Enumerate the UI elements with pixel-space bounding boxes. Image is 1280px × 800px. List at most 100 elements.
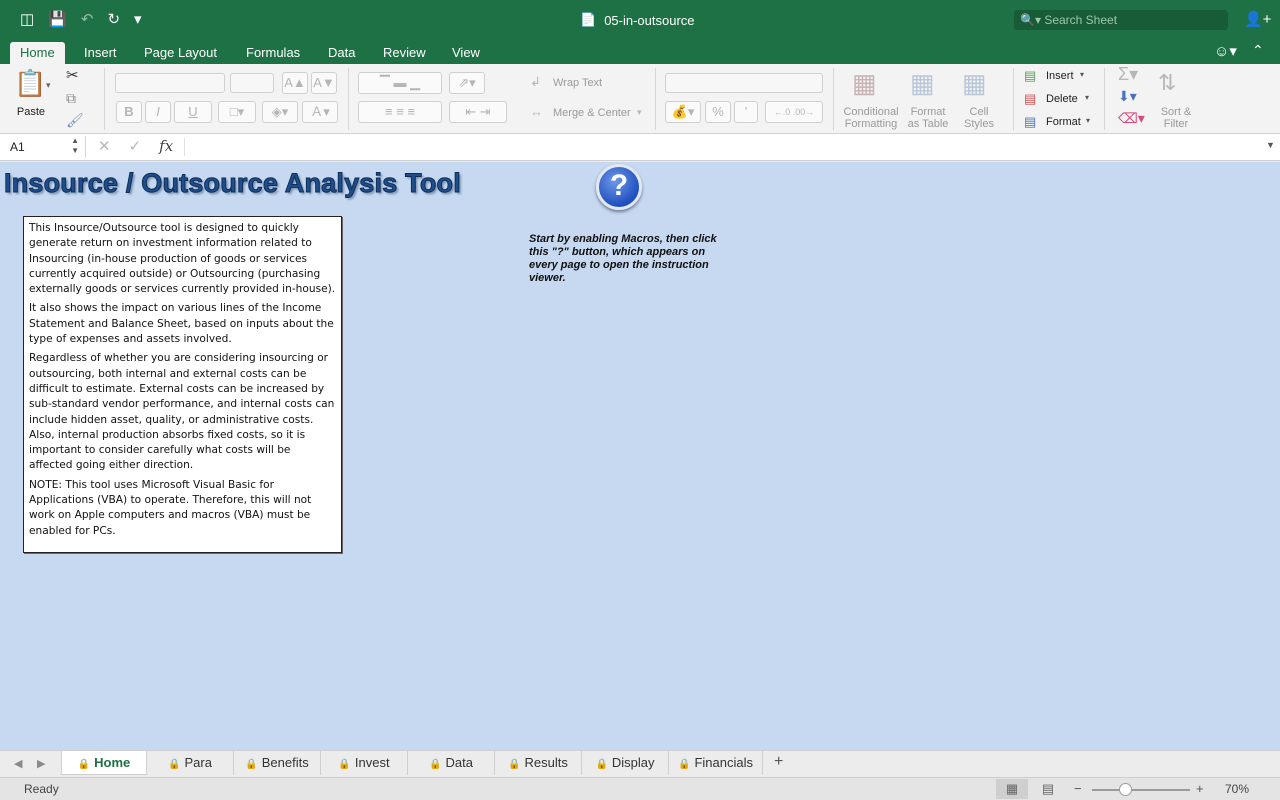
name-box[interactable]: A1 ▲ ▼: [0, 136, 86, 158]
sort-filter-button[interactable]: Sort & Filter: [1156, 106, 1196, 130]
feedback-smiley-icon[interactable]: ☺▾: [1214, 42, 1237, 60]
quick-access-toolbar: ◫ 💾 ↶ ↻ ▾: [20, 10, 142, 30]
format-as-table-icon[interactable]: ▦: [910, 68, 935, 99]
name-box-stepper-icon[interactable]: ▲ ▼: [71, 136, 79, 156]
help-question-button[interactable]: ?: [596, 164, 642, 210]
borders-button[interactable]: □▾: [218, 101, 256, 123]
vertical-align-buttons[interactable]: ▔ ▬ ▁: [358, 72, 442, 94]
decimal-buttons[interactable]: ←.0 .00→: [765, 101, 823, 123]
delete-cells-icon[interactable]: ▤: [1024, 91, 1036, 107]
tab-formulas[interactable]: Formulas: [236, 42, 310, 64]
sheet-tab-invest[interactable]: 🔒 Invest: [321, 751, 408, 775]
format-dropdown-icon[interactable]: ▾: [1086, 116, 1090, 125]
wrap-text-button[interactable]: Wrap Text: [553, 77, 602, 89]
fill-icon[interactable]: ⬇▾: [1118, 88, 1137, 105]
cell-styles-button[interactable]: Cell Styles: [956, 106, 1002, 130]
sheet-tab-display[interactable]: 🔒 Display: [582, 751, 669, 775]
tab-view[interactable]: View: [442, 42, 490, 64]
insert-cells-button[interactable]: Insert: [1046, 70, 1074, 82]
increase-font-button[interactable]: A▲: [282, 72, 308, 94]
sheet-tab-para[interactable]: 🔒 Para: [147, 751, 234, 775]
tab-page-layout[interactable]: Page Layout: [134, 42, 227, 64]
sheet-tab-home[interactable]: 🔒 Home: [61, 751, 147, 775]
customize-icon[interactable]: ▾: [134, 10, 142, 30]
cancel-icon[interactable]: ✕: [98, 137, 111, 155]
zoom-slider-handle[interactable]: [1119, 783, 1133, 796]
orientation-button[interactable]: ⇗▾: [449, 72, 485, 94]
tab-home[interactable]: Home: [10, 42, 65, 64]
tab-review[interactable]: Review: [373, 42, 436, 64]
percent-style-button[interactable]: %: [705, 101, 731, 123]
previous-sheet-icon[interactable]: ◀: [14, 757, 22, 770]
page-layout-view-button[interactable]: ▤: [1032, 779, 1064, 799]
sheet-tab-results[interactable]: 🔒 Results: [495, 751, 582, 775]
zoom-level[interactable]: 70%: [1225, 782, 1249, 796]
expand-formula-icon[interactable]: ▼: [1266, 140, 1275, 150]
cut-icon[interactable]: ✂: [66, 66, 79, 84]
collapse-ribbon-icon[interactable]: ⌃: [1252, 42, 1264, 59]
format-as-table-button[interactable]: Format as Table: [902, 106, 954, 130]
indent-buttons[interactable]: ⇤ ⇥: [449, 101, 507, 123]
insert-dropdown-icon[interactable]: ▾: [1080, 70, 1084, 79]
insert-cells-icon[interactable]: ▤: [1024, 68, 1036, 84]
undo-icon[interactable]: ↶: [81, 10, 94, 30]
sheet-tab-data[interactable]: 🔒 Data: [408, 751, 495, 775]
wrap-text-icon[interactable]: ↲: [530, 74, 541, 90]
tab-insert[interactable]: Insert: [74, 42, 127, 64]
lock-icon: 🔒: [245, 759, 258, 770]
merge-center-button[interactable]: Merge & Center: [553, 107, 631, 119]
next-sheet-icon[interactable]: ▶: [37, 757, 45, 770]
sidebar-icon[interactable]: ◫: [20, 10, 34, 30]
redo-icon[interactable]: ↻: [107, 10, 120, 30]
separator: [348, 68, 349, 130]
conditional-formatting-icon[interactable]: ▦: [852, 68, 877, 99]
fill-color-button[interactable]: ◈▾: [262, 101, 298, 123]
comma-style-button[interactable]: ’: [734, 101, 758, 123]
normal-view-button[interactable]: ▦: [996, 779, 1028, 799]
format-cells-button[interactable]: Format: [1046, 116, 1081, 128]
copy-icon[interactable]: ⧉: [66, 90, 76, 107]
description-textbox[interactable]: This Insource/Outsource tool is designed…: [23, 216, 342, 553]
sheet-tab-benefits[interactable]: 🔒 Benefits: [234, 751, 321, 775]
font-color-button[interactable]: Ａ▾: [302, 101, 338, 123]
number-format-select[interactable]: [665, 73, 823, 93]
bold-button[interactable]: B: [116, 101, 142, 123]
enter-icon[interactable]: ✓: [129, 137, 142, 155]
add-person-icon[interactable]: 👤+: [1244, 10, 1271, 28]
horizontal-align-buttons[interactable]: ≡ ≡ ≡: [358, 101, 442, 123]
cell-styles-icon[interactable]: ▦: [962, 68, 987, 99]
zoom-in-button[interactable]: +: [1196, 781, 1204, 796]
italic-button[interactable]: I: [145, 101, 171, 123]
underline-button[interactable]: U: [174, 101, 212, 123]
zoom-out-button[interactable]: −: [1074, 781, 1082, 796]
conditional-formatting-button[interactable]: Conditional Formatting: [838, 106, 904, 130]
decrease-font-button[interactable]: A▼: [311, 72, 337, 94]
format-cells-icon[interactable]: ▤: [1024, 114, 1036, 130]
clear-icon[interactable]: ⌫▾: [1118, 110, 1145, 127]
format-painter-icon[interactable]: 🖌: [66, 112, 84, 129]
tab-data[interactable]: Data: [318, 42, 365, 64]
save-icon[interactable]: 💾: [48, 10, 67, 30]
accounting-format-button[interactable]: 💰▾: [665, 101, 701, 123]
paste-icon[interactable]: 📋: [14, 68, 46, 99]
delete-dropdown-icon[interactable]: ▾: [1085, 93, 1089, 102]
paste-dropdown-icon[interactable]: ▾: [46, 80, 51, 91]
search-input[interactable]: 🔍▾ Search Sheet: [1014, 10, 1228, 30]
formula-input[interactable]: [184, 138, 1254, 156]
merge-dropdown-icon[interactable]: ▾: [637, 107, 642, 118]
font-size-select[interactable]: [230, 73, 274, 93]
delete-cells-button[interactable]: Delete: [1046, 93, 1078, 105]
add-sheet-button[interactable]: +: [774, 753, 783, 771]
sheet-tab-financials[interactable]: 🔒 Financials: [669, 751, 763, 775]
format-as-table-line2: as Table: [907, 118, 949, 130]
zoom-slider[interactable]: [1092, 789, 1190, 791]
merge-center-icon[interactable]: ↔: [530, 104, 543, 119]
sort-filter-icon[interactable]: ⇅: [1158, 70, 1176, 96]
title-bar: ◫ 💾 ↶ ↻ ▾ 📄 05-in-outsource 🔍▾ Search Sh…: [0, 0, 1280, 40]
worksheet[interactable]: Insource / Outsource Analysis Tool ? Thi…: [0, 162, 1280, 750]
font-name-select[interactable]: [115, 73, 225, 93]
insert-function-icon[interactable]: fx: [159, 137, 173, 155]
autosum-icon[interactable]: Σ▾: [1118, 64, 1138, 85]
paste-label[interactable]: Paste: [10, 106, 52, 118]
increase-font-label: A: [284, 75, 293, 90]
